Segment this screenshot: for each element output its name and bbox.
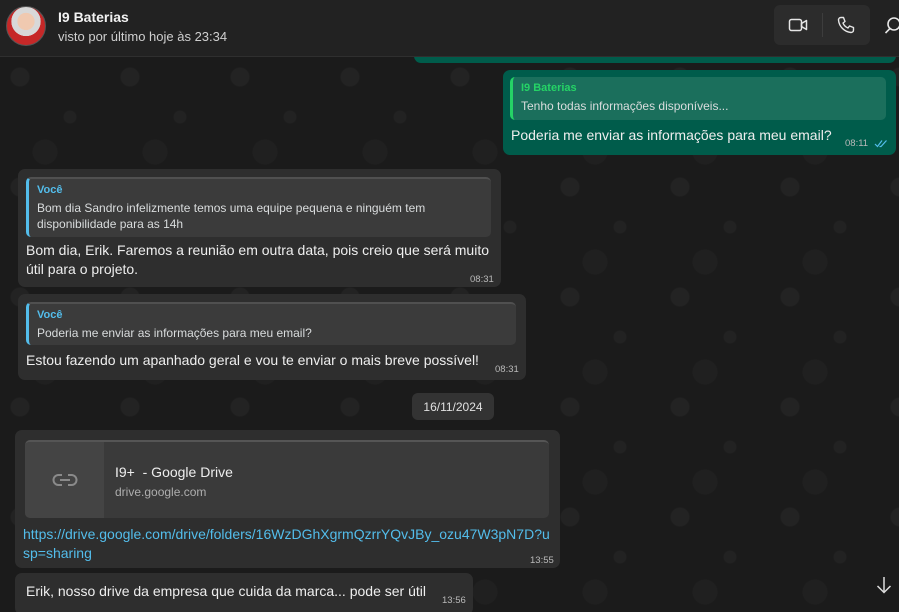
double-check-icon: [874, 140, 887, 148]
message-time: 08:31: [470, 274, 494, 285]
video-call-button[interactable]: [774, 5, 822, 45]
message-text: Erik, nosso drive da empresa que cuida d…: [26, 583, 426, 599]
message-text: Estou fazendo um apanhado geral e vou te…: [26, 352, 479, 368]
quoted-message[interactable]: Você Bom dia Sandro infelizmente temos u…: [26, 177, 491, 237]
quoted-text: Tenho todas informações disponíveis...: [521, 99, 729, 113]
link-icon: [52, 474, 77, 486]
link-preview-card[interactable]: I9+ - Google Drive drive.google.com: [25, 440, 549, 518]
message-bubble-incoming[interactable]: Você Poderia me enviar as informações pa…: [18, 294, 526, 380]
arrow-down-icon: [876, 577, 892, 594]
contact-avatar[interactable]: [6, 6, 46, 46]
quoted-author: Você: [37, 309, 63, 321]
message-time: 13:55: [530, 555, 554, 566]
link-title: I9+ - Google Drive: [115, 464, 233, 480]
message-time: 08:31: [495, 364, 519, 375]
scroll-to-bottom-button[interactable]: [872, 573, 896, 597]
message-bubble-outgoing[interactable]: I9 Baterias Tenho todas informações disp…: [503, 70, 896, 155]
call-button-group: [774, 5, 870, 45]
video-call-icon: [788, 18, 808, 32]
quoted-author: I9 Baterias: [521, 82, 577, 94]
message-list[interactable]: I9 Baterias Tenho todas informações disp…: [0, 57, 899, 612]
message-bubble-incoming[interactable]: Você Bom dia Sandro infelizmente temos u…: [18, 169, 501, 287]
message-bubble-incoming[interactable]: I9+ - Google Drive drive.google.com http…: [15, 430, 560, 568]
search-button[interactable]: [884, 11, 899, 41]
contact-name[interactable]: I9 Baterias: [58, 9, 129, 25]
previous-message-bubble: [414, 57, 896, 63]
quoted-message[interactable]: I9 Baterias Tenho todas informações disp…: [510, 77, 886, 120]
last-seen-status: visto por último hoje às 23:34: [58, 29, 228, 44]
quoted-message[interactable]: Você Poderia me enviar as informações pa…: [26, 302, 516, 345]
link-url[interactable]: https://drive.google.com/drive/folders/1…: [23, 525, 553, 563]
search-icon: [884, 17, 899, 34]
message-text: Bom dia, Erik. Faremos a reunião em outr…: [26, 242, 489, 277]
message-time: 13:56: [442, 595, 466, 606]
date-separator: 16/11/2024: [412, 393, 494, 420]
quoted-author: Você: [37, 184, 63, 196]
message-time: 08:11: [845, 138, 869, 149]
quoted-text: Bom dia Sandro infelizmente temos uma eq…: [37, 201, 426, 231]
voice-call-icon: [837, 16, 855, 34]
chat-header: I9 Baterias visto por último hoje às 23:…: [0, 0, 899, 57]
link-domain: drive.google.com: [115, 485, 207, 499]
link-thumbnail: [25, 442, 104, 518]
voice-call-button[interactable]: [822, 5, 870, 45]
quoted-text: Poderia me enviar as informações para me…: [37, 326, 312, 340]
message-bubble-incoming[interactable]: Erik, nosso drive da empresa que cuida d…: [15, 573, 473, 612]
message-text: Poderia me enviar as informações para me…: [511, 127, 832, 143]
